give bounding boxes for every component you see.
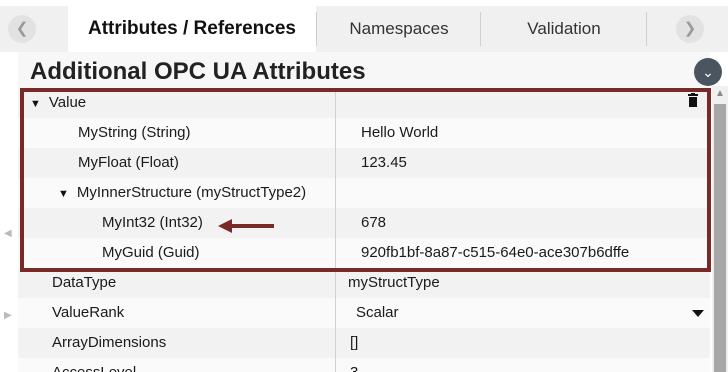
property-name: MyString (String): [18, 118, 335, 148]
table-row[interactable]: MyInt32 (Int32) 678: [18, 208, 710, 238]
property-grid: ▼ Value MyString (String) Hello World MyF…: [18, 88, 710, 372]
chevron-left-icon[interactable]: ◀: [4, 228, 12, 239]
tab-divider: [480, 12, 481, 46]
property-name: AccessLevel: [18, 358, 335, 372]
chevron-left-icon[interactable]: ❮: [8, 15, 36, 43]
property-name: ArrayDimensions: [18, 328, 335, 358]
chevron-down-icon[interactable]: [692, 310, 704, 317]
trash-icon[interactable]: [688, 93, 698, 107]
caret-down-icon[interactable]: ▼: [30, 89, 41, 119]
property-name: Value: [48, 94, 87, 111]
table-row[interactable]: ArrayDimensions []: [18, 328, 710, 358]
tab-bar: ❮ Attributes / References Namespaces Val…: [0, 6, 728, 52]
arrow-left-icon: [218, 219, 274, 233]
tab-divider: [316, 12, 317, 46]
chevron-right-icon[interactable]: ❯: [676, 15, 704, 43]
property-value[interactable]: 678: [336, 208, 710, 238]
tab-namespaces[interactable]: Namespaces: [318, 6, 480, 52]
table-row[interactable]: MyFloat (Float) 123.45: [18, 148, 710, 178]
page-title: Additional OPC UA Attributes: [30, 58, 366, 85]
select-value: Scalar: [356, 304, 399, 321]
scroll-up-icon[interactable]: ▲: [712, 88, 728, 102]
table-row[interactable]: AccessLevel 3: [18, 358, 710, 372]
table-row[interactable]: MyString (String) Hello World: [18, 118, 710, 148]
caret-down-icon[interactable]: ▼: [58, 179, 69, 209]
table-row[interactable]: DataType myStructType: [18, 268, 710, 298]
property-name: MyInt32 (Int32): [18, 208, 335, 238]
valuerank-select[interactable]: Scalar: [336, 298, 710, 328]
table-row[interactable]: ▼ Value: [18, 88, 710, 118]
tab-divider: [646, 12, 647, 46]
chevron-right-icon[interactable]: ▶: [4, 310, 12, 321]
property-value[interactable]: myStructType: [336, 268, 710, 298]
table-row[interactable]: ▼ MyInnerStructure (myStructType2): [18, 178, 710, 208]
property-name: MyGuid (Guid): [18, 238, 335, 268]
property-value[interactable]: 3: [336, 358, 710, 372]
chevron-down-icon[interactable]: ⌄: [694, 58, 722, 86]
property-name: DataType: [18, 268, 335, 298]
property-name: MyInnerStructure (myStructType2): [76, 184, 307, 201]
tab-attributes-references[interactable]: Attributes / References: [68, 6, 316, 52]
table-row[interactable]: MyGuid (Guid) 920fb1bf-8a87-c515-64e0-ac…: [18, 238, 710, 268]
property-value[interactable]: 123.45: [336, 148, 710, 178]
table-row[interactable]: ValueRank Scalar: [18, 298, 710, 328]
property-value[interactable]: Hello World: [336, 118, 710, 148]
property-name: ValueRank: [18, 298, 335, 328]
property-name: MyFloat (Float): [18, 148, 335, 178]
tab-validation[interactable]: Validation: [482, 6, 646, 52]
property-value[interactable]: []: [336, 328, 710, 358]
property-value[interactable]: 920fb1bf-8a87-c515-64e0-ace307b6dffe: [336, 238, 710, 268]
scrollbar-thumb[interactable]: [714, 104, 726, 372]
